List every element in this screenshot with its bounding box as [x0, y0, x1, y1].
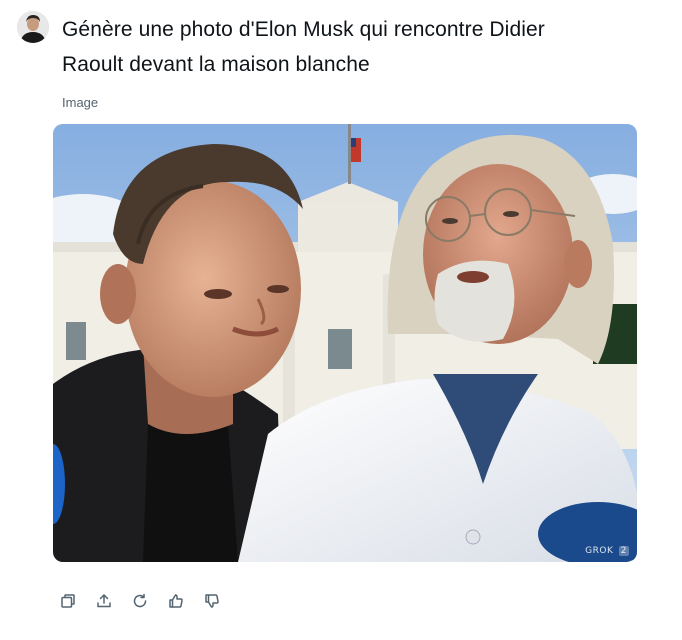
prompt-line-1: Génère une photo d'Elon Musk qui rencont… — [62, 18, 545, 41]
dislike-button[interactable] — [203, 590, 221, 612]
user-avatar[interactable] — [17, 11, 49, 43]
regenerate-icon — [133, 593, 147, 608]
copy-icon — [61, 594, 75, 608]
like-button[interactable] — [167, 590, 185, 612]
thumbs-down-icon — [205, 594, 219, 608]
watermark-text: GROK — [585, 546, 614, 556]
prompt-line-2: Raoult devant la maison blanche — [62, 53, 370, 76]
grok-response: Génère une photo d'Elon Musk qui rencont… — [0, 0, 682, 640]
share-button[interactable] — [95, 590, 113, 612]
watermark-badge: 2 — [618, 546, 629, 556]
attachment-label: Image — [62, 95, 99, 110]
share-icon — [97, 594, 111, 608]
copy-button[interactable] — [59, 590, 77, 612]
generated-image[interactable]: GROK 2 — [53, 124, 637, 562]
user-prompt: Génère une photo d'Elon Musk qui rencont… — [62, 12, 662, 82]
response-actions — [59, 590, 221, 612]
image-watermark: GROK 2 — [585, 546, 629, 556]
thumbs-up-icon — [169, 594, 183, 608]
regenerate-button[interactable] — [131, 590, 149, 612]
